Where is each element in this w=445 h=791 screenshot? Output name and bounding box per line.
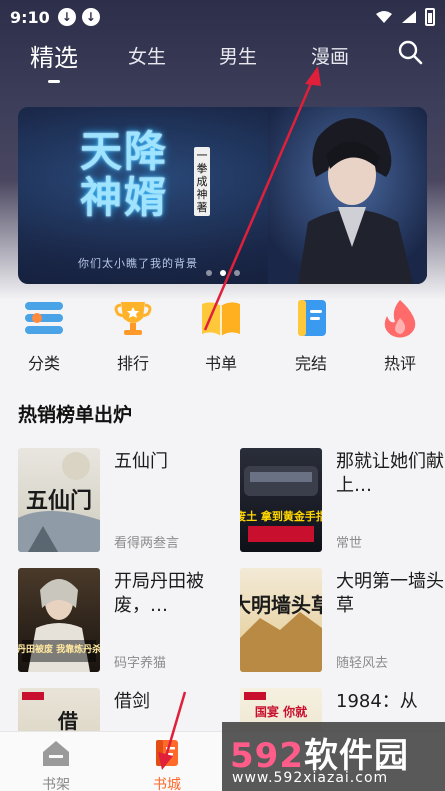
bookshelf-icon [43,741,69,766]
cover-title: 开局丹田被废 我靠炼丹杀疯了 [18,643,100,655]
book-cover-art: 开局丹田被废 我靠炼丹杀疯了 [18,579,100,672]
status-bar: 9:10 ↓ ↓ [0,0,445,34]
quick-menu: 分类 排行 书单 完结 热评 [0,298,445,373]
cover-title: 借 [57,709,78,733]
wifi-icon [376,11,392,23]
battery-icon [425,8,435,26]
banner-title: 天降神婿 [80,127,169,222]
book-list-icon [202,302,240,336]
book-card[interactable]: 五仙门 五仙门 看得两叁言 [18,448,218,552]
tab-comics[interactable]: 漫画 [311,42,349,69]
quick-label: 热评 [383,354,416,373]
tab-featured[interactable]: 精选 [30,38,78,83]
book-card[interactable]: 纨绔废土 拿到黄金手指开始 那就让她们献上… 常世 [240,448,444,552]
quick-category[interactable]: 分类 [14,298,74,374]
book-cover: 五仙门 [18,448,100,552]
bookstore-icon [156,740,178,766]
bottom-nav-label: 书架 [42,777,70,791]
category-icon [25,302,63,334]
hot-comment-icon [384,300,416,338]
banner-character-image [268,107,427,284]
book-title: 开局丹田被废，… [114,571,204,616]
quick-finished[interactable]: 完结 [281,298,341,374]
trophy-icon [114,302,152,335]
tab-male[interactable]: 男生 [219,42,257,69]
quick-hot-comments[interactable]: 热评 [370,298,430,374]
book-cover: 纨绔废土 拿到黄金手指开始 [240,448,322,552]
bottom-nav-label: 书城 [153,777,181,791]
cover-title: 纨绔废土 拿到黄金手指开始 [240,509,322,523]
book-cover: 开局丹田被废 我靠炼丹杀疯了 [18,568,100,672]
book-cover-art: 大明墙头草 [240,593,322,672]
book-author: 看得两叁言 [114,536,180,551]
cover-title: 五仙门 [26,488,92,514]
banner-pager [18,270,427,276]
download-icon: ↓ [57,8,76,26]
quick-label: 书单 [204,354,237,373]
site-watermark: 592软件园 www.592xiazai.com [222,722,445,791]
bottom-nav-bookshelf[interactable]: 书架 [26,738,86,791]
book-title: 五仙门 [114,451,168,472]
book-card[interactable]: 开局丹田被废 我靠炼丹杀疯了 开局丹田被废，… 码字养猫 [18,568,218,672]
pager-dot[interactable] [233,270,240,276]
banner-subtitle: 你们太小瞧了我的背景 [78,257,198,270]
download-icon: ↓ [81,8,100,26]
book-cover: 大明墙头草 [240,568,322,672]
promo-banner[interactable]: 天降神婿 一拳成神著 你们太小瞧了我的背景 [18,107,427,284]
quick-booklist[interactable]: 书单 [191,298,251,374]
book-author: 码字养猫 [114,656,167,671]
quick-label: 完结 [294,354,327,373]
book-title: 1984：从 [336,691,418,712]
top-nav: 精选 女生 男生 漫画 [0,34,445,84]
tab-female[interactable]: 女生 [128,42,166,69]
book-title: 借剑 [114,691,150,712]
cover-title: 大明墙头草 [240,593,322,617]
quick-ranking[interactable]: 排行 [103,298,163,374]
pager-dot[interactable] [205,270,212,276]
watermark-url: www.592xiazai.com [232,770,389,786]
book-title: 大明第一墙头草 [336,571,444,616]
book-author: 常世 [336,536,363,551]
status-time: 9:10 [10,7,50,27]
quick-label: 分类 [27,354,60,373]
section-title: 热销榜单出炉 [18,404,133,426]
cover-title: 国宴 你就 [255,704,307,719]
signal-icon [402,11,416,23]
finished-book-icon [298,300,326,336]
book-cover-art: 纨绔废土 拿到黄金手指开始 [240,466,322,542]
quick-label: 排行 [116,354,149,373]
bottom-nav-bookstore[interactable]: 书城 [137,738,197,791]
book-title: 那就让她们献上… [336,451,444,496]
search-icon[interactable] [396,38,424,66]
book-author: 随轻风去 [336,656,389,671]
book-cover-art: 五仙门 [18,452,100,552]
banner-author: 一拳成神著 [194,147,210,216]
pager-dot-active[interactable] [219,270,226,276]
book-card[interactable]: 大明墙头草 大明第一墙头草 随轻风去 [240,568,444,672]
